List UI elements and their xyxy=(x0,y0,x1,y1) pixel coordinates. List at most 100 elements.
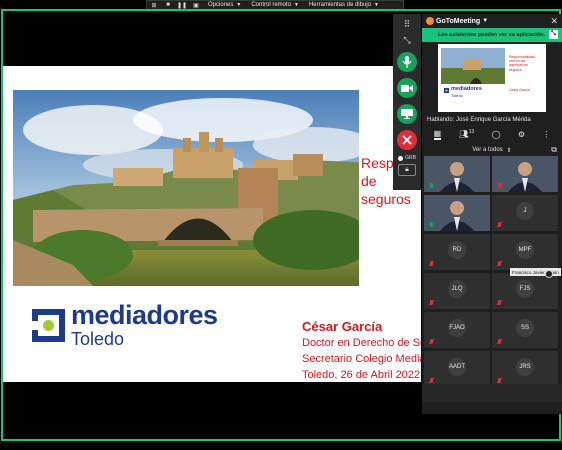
participant-initials: JLQ xyxy=(448,280,466,298)
chevron-down-icon[interactable]: ▼ xyxy=(482,18,488,24)
options-menu-label: Opciones xyxy=(208,2,234,8)
lock-icon: 🔒︎ xyxy=(405,166,409,173)
participant-tile[interactable]: AADT xyxy=(424,351,490,387)
expand-icon[interactable]: ⤡ xyxy=(549,30,558,39)
participant-initials: AADT xyxy=(448,358,466,376)
preview-city: Toledo xyxy=(451,93,463,98)
close-icon[interactable]: ✕ xyxy=(550,16,558,27)
remote-control-menu-label: Control remoto xyxy=(251,2,291,8)
presentation-slide: Resp de seguros mediadores Toledo César … xyxy=(3,66,421,382)
microphone-icon xyxy=(429,183,434,189)
logo-brand-text: mediadores xyxy=(71,300,218,330)
grid-icon[interactable]: ⊞ xyxy=(147,1,161,10)
camera-button[interactable] xyxy=(397,78,417,98)
participant-tile[interactable]: J xyxy=(492,195,558,231)
attendee-count: 13 xyxy=(468,129,475,136)
gotomeeting-panel: GoToMeeting ▼ ✕ Los asistentes pueden ve… xyxy=(422,14,562,414)
participant-initials: J xyxy=(516,202,534,220)
slide-heading-line: seguros xyxy=(361,191,411,208)
sharing-notice: Los asistentes pueden ver su aplicación.… xyxy=(422,28,562,42)
participant-tile[interactable]: SS xyxy=(492,312,558,348)
grid-dots-icon[interactable]: ⠿ xyxy=(404,18,411,30)
meeting-control-bar: ⠿ ⤡ GRB 🔒︎ xyxy=(393,14,421,190)
preview-slide-thumbnail: Responsabilidad civil en las agencias de… xyxy=(438,44,546,112)
participant-initials: MPF xyxy=(516,241,534,259)
pause-icon[interactable]: ❚❚ xyxy=(175,1,189,10)
sharing-notice-text: Los asistentes pueden ver su aplicación. xyxy=(438,32,545,38)
pop-out-icon[interactable]: ⧉ xyxy=(551,145,557,155)
app-title[interactable]: GoToMeeting xyxy=(436,18,480,25)
participant-tile[interactable]: MPF xyxy=(492,234,558,270)
preview-title: Responsabilidad civil en las agencias de… xyxy=(509,55,535,72)
microphone-muted-icon xyxy=(497,222,502,228)
share-toolbar: ⊞ ■ ❚❚ ▣ Opciones ▼ Control remoto ▼ Herra… xyxy=(146,0,404,10)
attendees-button[interactable]: 👥︎13 xyxy=(459,129,475,139)
preview-brand: mediadores xyxy=(451,86,482,92)
remote-control-menu[interactable]: Control remoto ▼ xyxy=(246,2,304,8)
mediadores-toledo-logo: mediadores Toledo xyxy=(32,302,218,348)
leave-icon xyxy=(402,135,412,145)
logo-city-text: Toledo xyxy=(71,329,125,349)
lock-button[interactable]: 🔒︎ xyxy=(398,164,416,176)
gotomeeting-logo-icon xyxy=(426,17,434,25)
participant-tile[interactable]: RD xyxy=(424,234,490,270)
microphone-muted-icon xyxy=(429,339,434,345)
screen-share-icon xyxy=(401,109,413,119)
preview-presenter: César García xyxy=(509,88,530,92)
participant-tile[interactable] xyxy=(424,156,490,192)
microphone-muted-icon xyxy=(429,300,434,306)
record-icon xyxy=(398,155,404,161)
microphone-muted-icon xyxy=(497,261,502,267)
grid-view-icon[interactable]: ▦ xyxy=(433,129,442,140)
presenter-name: César García xyxy=(302,319,383,334)
speaking-indicator: Hablando: José Enrique García Mérida xyxy=(427,117,531,123)
microphone-muted-icon xyxy=(497,339,502,345)
camera-icon xyxy=(401,84,413,92)
microphone-muted-icon xyxy=(497,300,502,306)
participant-tile[interactable]: FJAO xyxy=(424,312,490,348)
screen: ⊞ ■ ❚❚ ▣ Opciones ▼ Control remoto ▼ Herra… xyxy=(0,0,562,450)
panel-titlebar: GoToMeeting ▼ ✕ xyxy=(422,14,562,28)
drawing-tools-menu[interactable]: Herramientas de dibujo ▼ xyxy=(304,2,384,8)
presenter-line: Secretario Colegio Mediado xyxy=(302,353,421,366)
participant-tile[interactable]: FJS xyxy=(492,273,558,309)
drawing-tools-menu-label: Herramientas de dibujo xyxy=(308,2,371,8)
participant-tile[interactable]: JRS xyxy=(492,351,558,387)
preview-title-line: seguros xyxy=(509,67,522,72)
microphone-muted-icon xyxy=(497,183,502,189)
microphone-button[interactable] xyxy=(397,52,417,72)
chevron-down-icon: ▼ xyxy=(374,2,379,8)
toledo-landscape-image xyxy=(13,90,359,286)
collapse-icon[interactable]: ⤡ xyxy=(403,34,410,46)
stop-icon[interactable]: ■ xyxy=(161,1,175,10)
participant-tile[interactable] xyxy=(424,195,490,231)
chevron-down-icon: ▼ xyxy=(294,2,299,8)
presenter-line: Doctor en Derecho de Segur xyxy=(302,337,421,350)
microphone-icon xyxy=(429,222,434,228)
options-menu[interactable]: Opciones ▼ xyxy=(203,2,246,8)
leave-meeting-button[interactable] xyxy=(397,130,417,150)
chat-icon[interactable]: ◯ xyxy=(492,130,501,139)
recording-button[interactable]: GRB xyxy=(398,155,416,161)
participant-tile[interactable]: JLQ xyxy=(424,273,490,309)
chevron-down-icon: ▼ xyxy=(236,2,242,8)
microphone-muted-icon xyxy=(429,261,434,267)
logo-mark-icon xyxy=(32,308,65,342)
tile-options-icon[interactable] xyxy=(545,270,553,278)
participant-tile[interactable] xyxy=(492,156,558,192)
recording-label: GRB xyxy=(405,155,416,161)
presenter-info: César García Doctor en Derecho de Segur … xyxy=(302,318,421,382)
slide-preview[interactable]: Responsabilidad civil en las agencias de… xyxy=(422,42,562,114)
people-icon: 👥︎ xyxy=(458,129,469,139)
participant-initials: FJAO xyxy=(448,319,466,337)
screen-icon[interactable]: ▣ xyxy=(189,1,203,10)
view-selector-label: Ver a todos xyxy=(472,147,503,153)
settings-icon[interactable]: ⚙ xyxy=(518,130,525,139)
screen-share-button[interactable] xyxy=(397,104,417,124)
chevron-updown-icon: ⇕ xyxy=(506,147,512,154)
microphone-icon xyxy=(402,56,412,68)
participant-initials: JRS xyxy=(516,358,534,376)
participant-tooltip: Francisco Javier Simón xyxy=(510,268,561,276)
presenter-line: Toledo, 26 de Abril 2022 xyxy=(302,368,421,381)
more-options-icon[interactable]: ⋮ xyxy=(542,130,550,139)
